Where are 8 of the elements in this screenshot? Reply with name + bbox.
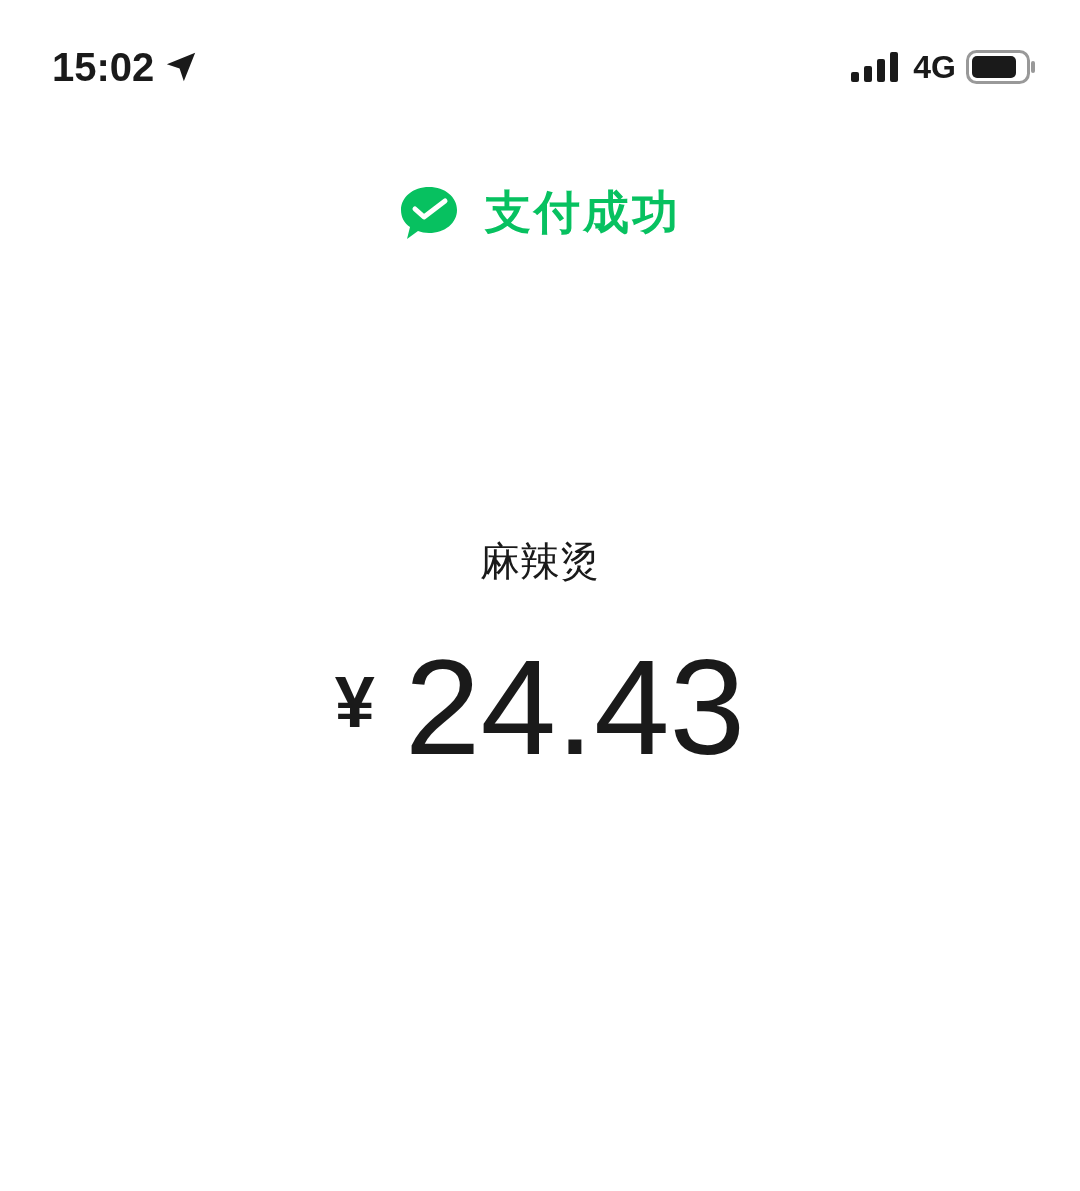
battery-icon <box>966 50 1036 84</box>
currency-symbol: ¥ <box>334 661 375 743</box>
payment-amount: 24.43 <box>404 639 746 775</box>
network-type: 4G <box>913 48 956 86</box>
merchant-name: 麻辣烫 <box>480 539 600 583</box>
payment-success-title: 支付成功 <box>485 185 681 240</box>
status-time: 15:02 <box>52 44 155 90</box>
chat-check-icon <box>399 185 459 241</box>
